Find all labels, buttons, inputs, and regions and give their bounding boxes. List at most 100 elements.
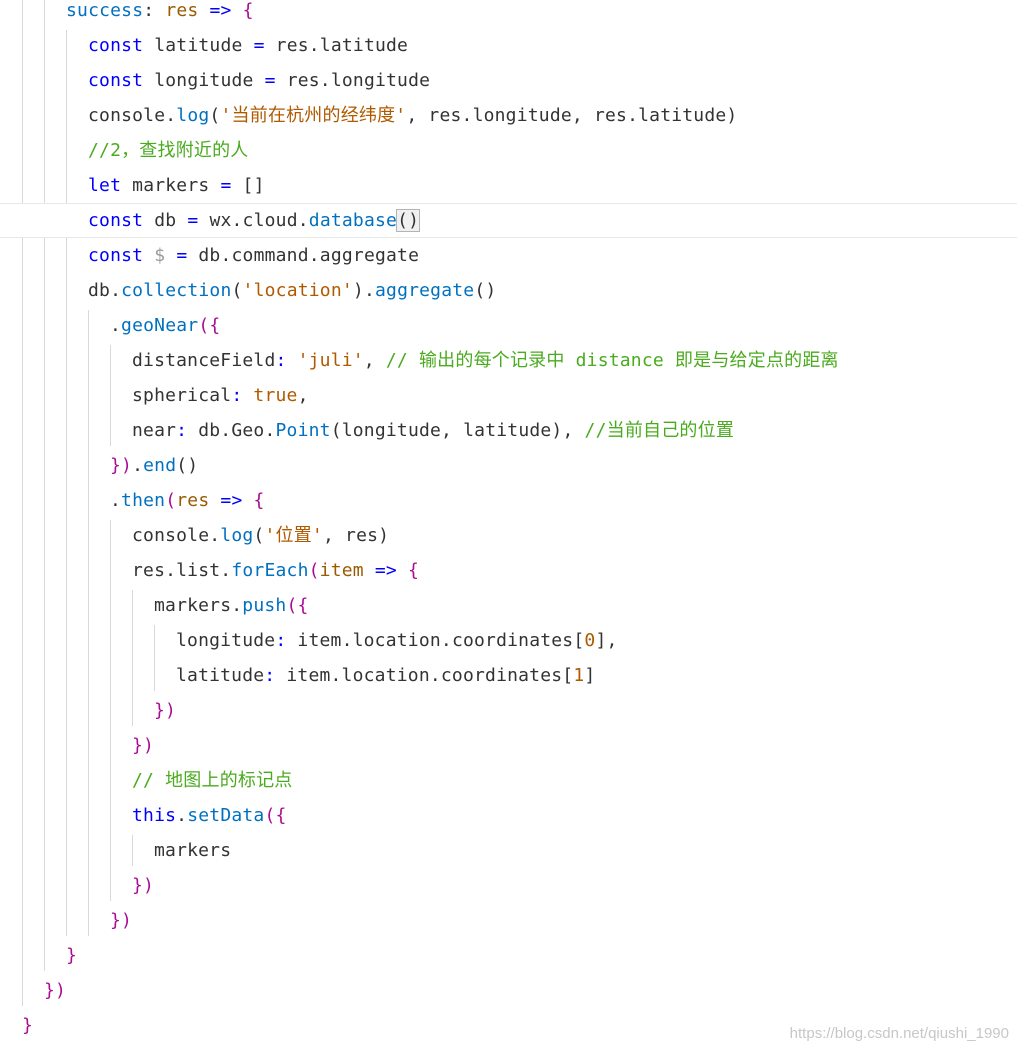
code-line[interactable]: markers.push({ — [0, 588, 1017, 623]
code-line[interactable]: latitude: item.location.coordinates[1] — [0, 658, 1017, 693]
code-line[interactable]: let markers = [] — [0, 168, 1017, 203]
code-token: Point — [275, 420, 331, 441]
code-token: item.location.coordinates[ — [286, 665, 574, 686]
code-line[interactable]: .geoNear({ — [0, 308, 1017, 343]
code-line[interactable]: }).end() — [0, 448, 1017, 483]
code-token: }) — [132, 735, 155, 756]
code-line[interactable]: } — [0, 938, 1017, 973]
code-token: () — [474, 280, 497, 301]
code-token: collection — [121, 280, 232, 301]
code-token: const — [88, 210, 155, 231]
code-token: const — [88, 245, 155, 266]
code-token: ( — [209, 105, 221, 126]
code-token: const — [88, 35, 155, 56]
code-token: }) — [154, 700, 177, 721]
code-token: $ — [154, 245, 177, 266]
code-token: res.list. — [132, 560, 232, 581]
code-token: : — [231, 385, 254, 406]
code-token: aggregate — [375, 280, 475, 301]
code-token: }) — [44, 980, 67, 1001]
code-token: ] — [584, 665, 596, 686]
watermark-text: https://blog.csdn.net/qiushi_1990 — [789, 1025, 1009, 1042]
code-token: ). — [352, 280, 375, 301]
code-token: console. — [132, 525, 221, 546]
code-token: 'juli' — [297, 350, 364, 371]
code-line[interactable]: const $ = db.command.aggregate — [0, 238, 1017, 273]
code-token: res — [165, 0, 199, 21]
code-token: // 地图上的标记点 — [132, 770, 293, 791]
code-token: = — [253, 35, 276, 56]
code-token: }) — [132, 875, 155, 896]
code-token: () — [396, 209, 421, 232]
code-token: database — [308, 210, 398, 231]
code-token: [] — [242, 175, 265, 196]
code-token: true — [253, 385, 298, 406]
code-line[interactable]: }) — [0, 868, 1017, 903]
code-token: const — [88, 70, 155, 91]
code-line[interactable]: }) — [0, 693, 1017, 728]
code-token: => — [209, 490, 254, 511]
code-token: : — [275, 350, 298, 371]
code-line[interactable]: markers — [0, 833, 1017, 868]
code-token: res — [176, 490, 210, 511]
code-line[interactable]: res.list.forEach(item => { — [0, 553, 1017, 588]
code-token: //当前自己的位置 — [584, 420, 735, 441]
code-line[interactable]: }) — [0, 973, 1017, 1008]
code-token: ({ — [286, 595, 309, 616]
code-token: . — [176, 805, 188, 826]
code-token: 1 — [573, 665, 585, 686]
code-token: this — [132, 805, 177, 826]
code-line[interactable]: spherical: true, — [0, 378, 1017, 413]
code-line[interactable]: }) — [0, 728, 1017, 763]
code-token: ], — [595, 630, 618, 651]
code-token: wx.cloud. — [209, 210, 309, 231]
code-line[interactable]: console.log('位置', res) — [0, 518, 1017, 553]
code-line[interactable]: const latitude = res.latitude — [0, 28, 1017, 63]
code-token: let — [88, 175, 133, 196]
code-token: ({ — [264, 805, 287, 826]
code-token: latitude — [176, 665, 265, 686]
code-token: : — [275, 630, 298, 651]
code-token: db.Geo. — [198, 420, 276, 441]
code-token: console. — [88, 105, 177, 126]
code-token: res.longitude — [286, 70, 431, 91]
code-token: latitude — [154, 35, 254, 56]
code-token: => — [363, 560, 408, 581]
code-token: distanceField — [132, 350, 276, 371]
code-editor[interactable]: success: res => {const latitude = res.la… — [0, 0, 1017, 1051]
code-token: item.location.coordinates[ — [297, 630, 585, 651]
code-token: } — [22, 1015, 34, 1036]
code-line[interactable]: // 地图上的标记点 — [0, 763, 1017, 798]
code-line[interactable]: const db = wx.cloud.database() — [0, 203, 1017, 238]
code-line[interactable]: near: db.Geo.Point(longitude, latitude),… — [0, 413, 1017, 448]
code-token: . — [110, 490, 122, 511]
code-line[interactable]: success: res => { — [0, 0, 1017, 28]
code-token: : — [176, 420, 199, 441]
code-line[interactable]: longitude: item.location.coordinates[0], — [0, 623, 1017, 658]
code-token: { — [253, 490, 265, 511]
code-token: . — [132, 455, 144, 476]
code-line[interactable]: distanceField: 'juli', // 输出的每个记录中 dista… — [0, 343, 1017, 378]
code-token: ( — [253, 525, 265, 546]
code-token: longitude — [176, 630, 276, 651]
code-token: '位置' — [264, 525, 323, 546]
code-line[interactable]: db.collection('location').aggregate() — [0, 273, 1017, 308]
code-line[interactable]: //2，查找附近的人 — [0, 133, 1017, 168]
code-token: () — [176, 455, 199, 476]
code-token: then — [121, 490, 166, 511]
code-line[interactable]: const longitude = res.longitude — [0, 63, 1017, 98]
code-line[interactable]: .then(res => { — [0, 483, 1017, 518]
code-token: , res) — [322, 525, 390, 546]
code-token: db — [154, 210, 188, 231]
code-token: . — [110, 315, 122, 336]
code-token: = — [264, 70, 287, 91]
code-token: = — [187, 210, 210, 231]
code-token: : — [264, 665, 287, 686]
code-token: //2，查找附近的人 — [88, 140, 249, 161]
code-token: near — [132, 420, 177, 441]
code-line[interactable]: console.log('当前在杭州的经纬度', res.longitude, … — [0, 98, 1017, 133]
code-token: spherical — [132, 385, 232, 406]
code-line[interactable]: this.setData({ — [0, 798, 1017, 833]
code-token: db. — [88, 280, 122, 301]
code-line[interactable]: }) — [0, 903, 1017, 938]
